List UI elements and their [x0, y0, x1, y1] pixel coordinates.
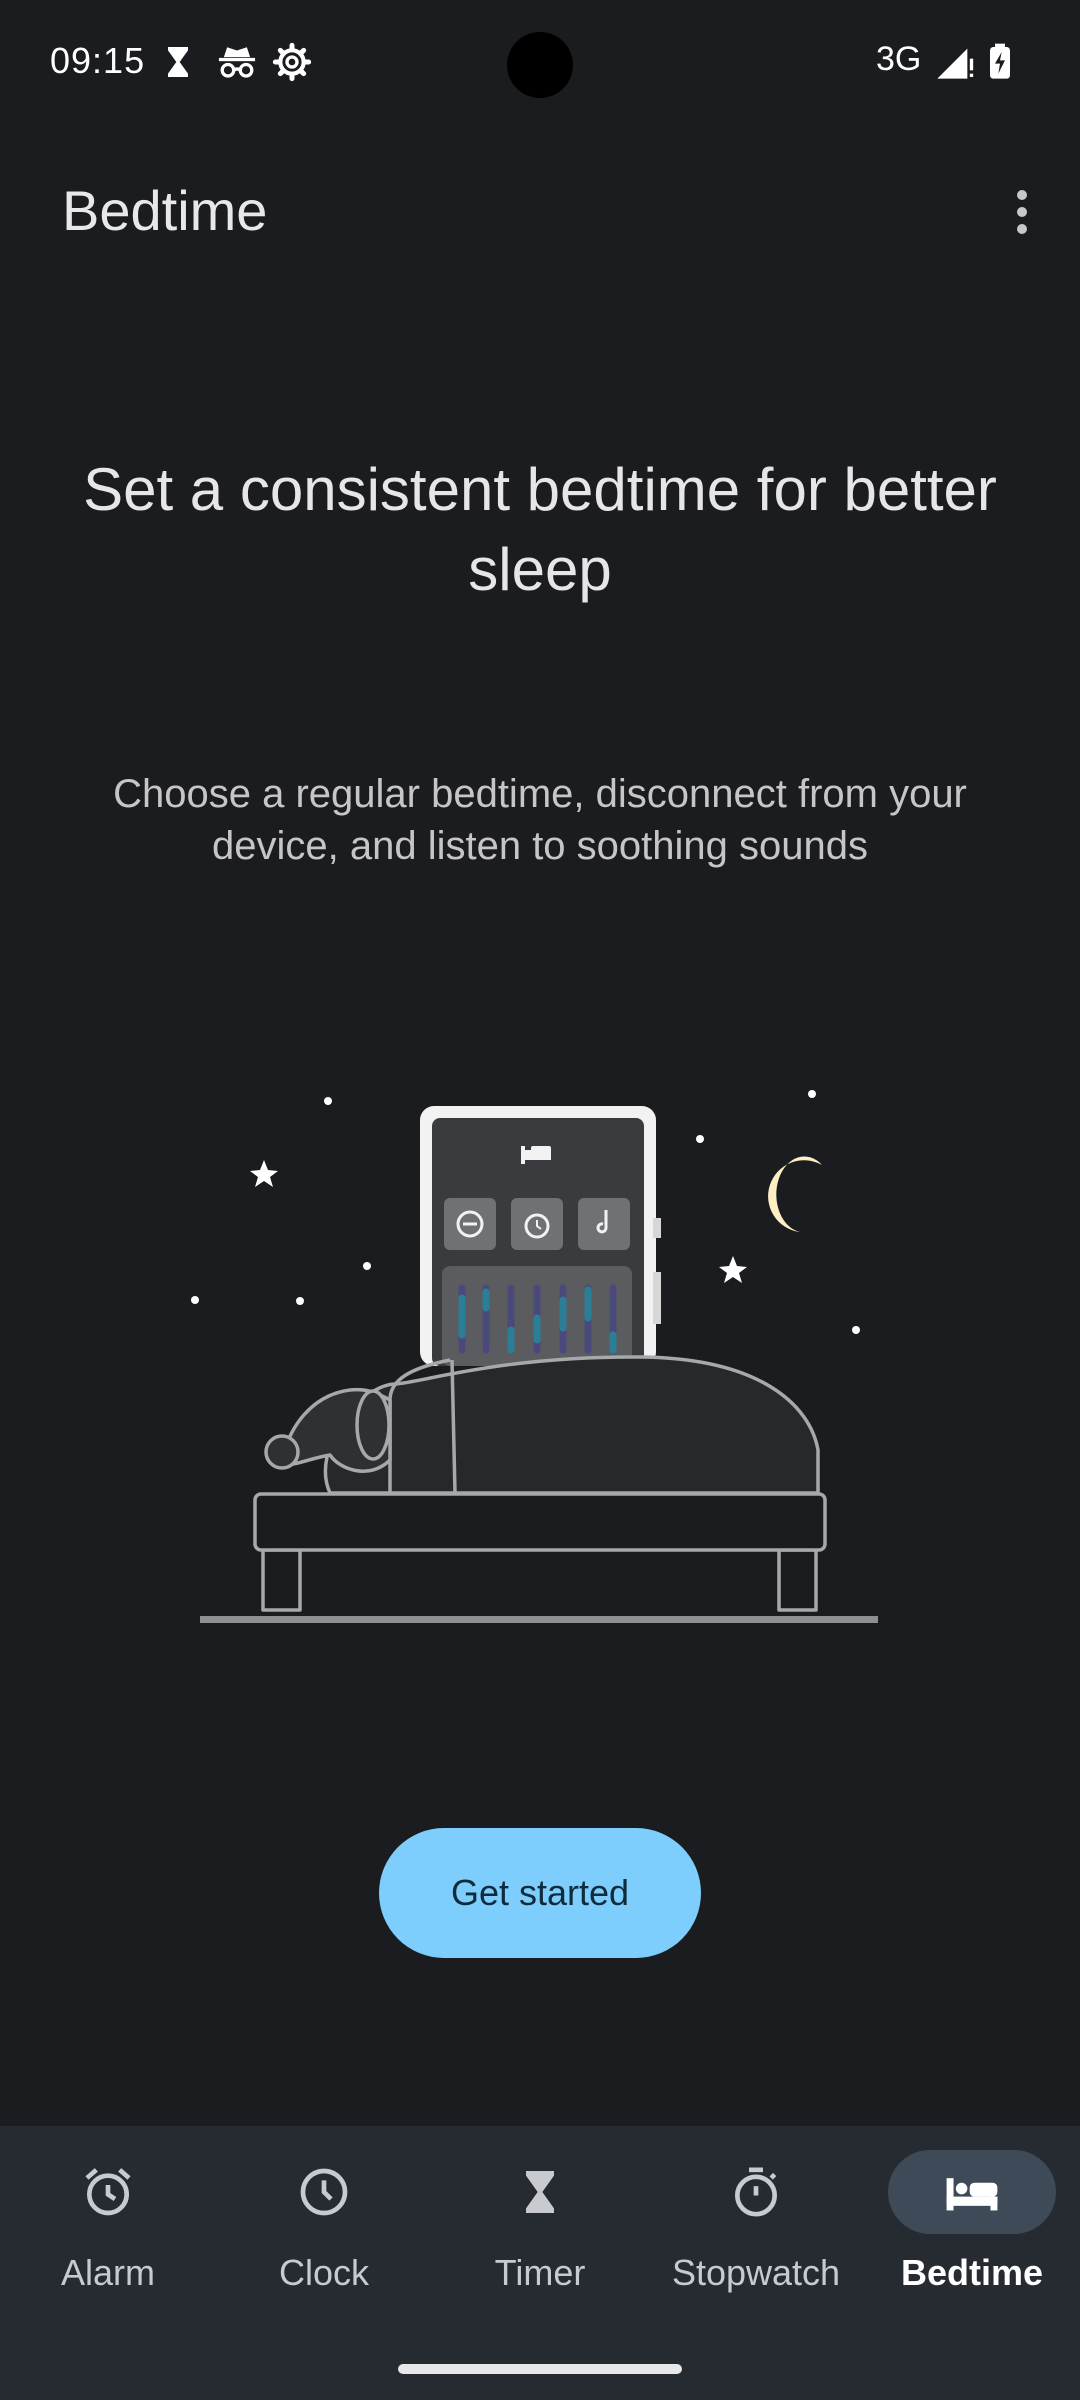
stopwatch-icon	[735, 2167, 777, 2217]
bed-icon	[946, 2178, 998, 2211]
active-indicator	[888, 2150, 1056, 2234]
nav-item-clock[interactable]: Clock	[216, 2150, 432, 2310]
bedtime-screen: 09:15 3G Bedtime Set a consistent bedtim…	[0, 0, 1080, 2400]
more-vert-icon	[1017, 190, 1027, 200]
nav-item-timer[interactable]: Timer	[432, 2150, 648, 2310]
hourglass-icon	[168, 47, 188, 77]
nav-label-timer: Timer	[494, 2252, 586, 2293]
status-bar: 09:15 3G	[0, 0, 1080, 130]
bedtime-illustration	[191, 1090, 878, 1623]
gesture-navigation-bar[interactable]	[398, 2364, 682, 2374]
nav-label-alarm: Alarm	[60, 2252, 155, 2293]
hourglass-icon	[526, 2171, 554, 2213]
nav-label-stopwatch: Stopwatch	[671, 2252, 841, 2293]
clock-icon	[300, 2168, 348, 2216]
bed-drawing	[253, 1355, 827, 1612]
more-options-button[interactable]	[996, 180, 1048, 244]
network-type: 3G	[876, 40, 922, 78]
headline: Set a consistent bedtime for better slee…	[83, 456, 997, 603]
description: Choose a regular bedtime, disconnect fro…	[113, 772, 967, 868]
nav-item-bedtime[interactable]: Bedtime	[864, 2150, 1080, 2310]
floor-line	[200, 1616, 878, 1623]
camera-cutout	[507, 32, 573, 98]
battery-charging-icon	[990, 43, 1010, 79]
moon-icon	[768, 1156, 822, 1232]
get-started-button[interactable]: Get started	[379, 1828, 701, 1958]
status-time: 09:15	[50, 40, 146, 81]
nav-item-alarm[interactable]: Alarm	[0, 2150, 216, 2310]
nav-label-clock: Clock	[278, 2252, 370, 2293]
phone-drawing	[420, 1106, 661, 1366]
alarm-icon	[85, 2168, 131, 2216]
settings-gear-icon	[272, 42, 312, 82]
signal-icon	[937, 48, 974, 79]
nav-item-stopwatch[interactable]: Stopwatch	[648, 2150, 864, 2310]
page-title: Bedtime	[62, 179, 268, 242]
nav-label-bedtime: Bedtime	[900, 2252, 1044, 2293]
incognito-icon	[218, 47, 256, 78]
